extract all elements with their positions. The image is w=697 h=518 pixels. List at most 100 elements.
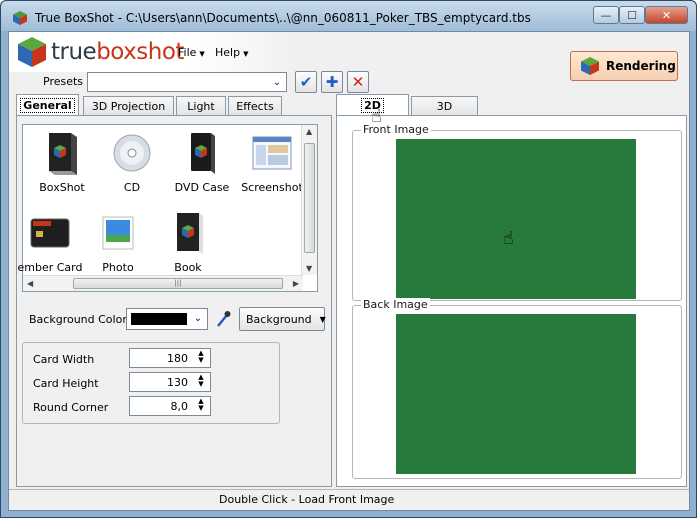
plus-icon: ✚ xyxy=(325,73,339,91)
list-item-member-card[interactable]: ember Card xyxy=(15,211,85,274)
list-item-label: Book xyxy=(174,261,202,274)
list-item-label: CD xyxy=(123,181,141,194)
list-item-label: DVD Case xyxy=(174,181,230,194)
round-corner-label: Round Corner xyxy=(33,401,109,414)
tab-3d-label: 3D xyxy=(436,100,453,113)
scroll-right-icon: ▶ xyxy=(292,279,299,288)
list-item-label: ember Card xyxy=(17,261,83,274)
tab-effects-label: Effects xyxy=(236,100,274,113)
close-button[interactable]: ✕ xyxy=(645,6,688,24)
menu-help-label: Help xyxy=(215,46,241,59)
apply-preset-button[interactable]: ✔ xyxy=(295,71,317,93)
member-card-icon xyxy=(27,211,73,257)
card-height-value: 130 xyxy=(167,376,188,389)
logo-area: trueboxshot xyxy=(9,32,299,72)
background-color-picker[interactable]: ⌄ xyxy=(126,308,208,330)
logo-text-boxshot: boxshot xyxy=(96,39,184,65)
list-item-label: BoxShot xyxy=(39,181,85,194)
app-icon xyxy=(13,11,27,25)
tab-light-label: Light xyxy=(187,100,215,113)
scroll-left-icon: ◀ xyxy=(27,279,34,288)
list-item-photo[interactable]: Photo xyxy=(83,211,153,274)
card-width-value: 180 xyxy=(167,352,188,365)
x-icon: ✕ xyxy=(351,73,365,91)
template-list[interactable]: BoxShot CD DVD Case Screenshot ember Car… xyxy=(18,124,318,292)
spin-arrows-icon[interactable]: ▲ ▼ xyxy=(194,398,208,414)
presets-combo[interactable]: ⌄ xyxy=(87,72,287,92)
template-list-horizontal-scrollbar[interactable]: ◀ ||| ▶ xyxy=(23,275,303,291)
add-preset-button[interactable]: ✚ xyxy=(321,71,343,93)
card-width-input[interactable]: 180 ▲ ▼ xyxy=(129,348,211,368)
app-window: True BoxShot - C:\Users\ann\Documents\..… xyxy=(0,0,697,518)
card-size-group: Card Width 180 ▲ ▼ Card Height 130 ▲ ▼ Round… xyxy=(22,342,280,424)
spin-arrows-icon[interactable]: ▲ ▼ xyxy=(194,374,208,390)
tab-effects[interactable]: Effects xyxy=(228,96,282,116)
rendering-button[interactable]: Rendering xyxy=(570,51,678,81)
list-item-screenshot[interactable]: Screenshot xyxy=(237,131,307,194)
triangle-down-icon: ▼ xyxy=(319,314,326,324)
tab-3d-projection[interactable]: 3D Projection xyxy=(83,96,174,116)
tab-general-label: General xyxy=(20,98,75,113)
menu-file[interactable]: File ▼ xyxy=(178,46,205,59)
list-item-boxshot[interactable]: BoxShot xyxy=(27,131,97,194)
menu-help[interactable]: Help ▼ xyxy=(215,46,248,59)
hand-cursor-icon: ☝ xyxy=(503,228,514,249)
list-item-cd[interactable]: CD xyxy=(97,131,167,194)
book-icon xyxy=(165,211,211,257)
presets-label: Presets xyxy=(43,75,84,88)
status-bar: Double Click - Load Front Image xyxy=(9,489,689,510)
logo-cube-icon xyxy=(18,37,46,67)
hand-cursor-icon: ☝ xyxy=(371,106,382,127)
menu-file-label: File xyxy=(178,46,197,59)
preview-panel: Front Image Back Image xyxy=(336,115,687,487)
chevron-down-icon: ⌄ xyxy=(272,76,282,88)
rendering-label: Rendering xyxy=(606,59,676,73)
color-swatch xyxy=(131,313,187,325)
round-corner-value: 8,0 xyxy=(170,400,189,413)
status-text: Double Click - Load Front Image xyxy=(219,493,395,506)
title-bar: True BoxShot - C:\Users\ann\Documents\..… xyxy=(1,1,696,31)
window-title: True BoxShot - C:\Users\ann\Documents\..… xyxy=(35,11,531,25)
screenshot-icon xyxy=(249,131,295,177)
check-icon: ✔ xyxy=(299,73,313,91)
render-cube-icon xyxy=(581,57,599,75)
front-image-group[interactable]: Front Image xyxy=(352,123,682,301)
spin-arrows-icon[interactable]: ▲ ▼ xyxy=(194,350,208,366)
background-button-label: Background xyxy=(246,312,312,326)
round-corner-input[interactable]: 8,0 ▲ ▼ xyxy=(129,396,211,416)
scroll-up-icon: ▲ xyxy=(306,127,313,136)
chevron-down-icon: ⌄ xyxy=(193,312,203,324)
list-item-book[interactable]: Book xyxy=(153,211,223,274)
list-item-label: Photo xyxy=(102,261,134,274)
triangle-down-icon: ▼ xyxy=(199,50,205,58)
tab-3d-projection-label: 3D Projection xyxy=(91,100,166,113)
photo-icon xyxy=(95,211,141,257)
tab-general[interactable]: General xyxy=(16,94,79,116)
eyedropper-icon[interactable] xyxy=(215,310,231,328)
scroll-thumb[interactable]: ||| xyxy=(73,278,283,289)
delete-preset-button[interactable]: ✕ xyxy=(347,71,369,93)
logo-text: trueboxshot xyxy=(51,39,184,65)
list-item-label: Screenshot xyxy=(241,181,303,194)
back-image-card[interactable] xyxy=(396,314,636,474)
cd-icon xyxy=(109,131,155,177)
card-height-label: Card Height xyxy=(33,377,99,390)
minimize-button[interactable]: — xyxy=(593,6,619,24)
card-width-label: Card Width xyxy=(33,353,95,366)
tab-3d[interactable]: 3D xyxy=(411,96,478,116)
maximize-button[interactable]: ☐ xyxy=(619,6,645,24)
back-image-group[interactable]: Back Image xyxy=(352,298,682,479)
template-list-vertical-scrollbar[interactable]: ▲ ▼ xyxy=(301,125,317,275)
logo-text-true: true xyxy=(51,39,97,65)
scroll-thumb[interactable] xyxy=(304,143,315,253)
card-height-input[interactable]: 130 ▲ ▼ xyxy=(129,372,211,392)
scroll-down-icon: ▼ xyxy=(306,264,313,273)
triangle-down-icon: ▼ xyxy=(243,50,249,58)
background-color-label: Background Color xyxy=(29,313,127,326)
dvd-case-icon xyxy=(179,131,225,177)
list-item-dvd-case[interactable]: DVD Case xyxy=(167,131,237,194)
background-button[interactable]: Background ▼ xyxy=(239,307,326,331)
tab-light[interactable]: Light xyxy=(176,96,226,116)
front-image-card[interactable] xyxy=(396,139,636,299)
boxshot-icon xyxy=(39,131,85,177)
